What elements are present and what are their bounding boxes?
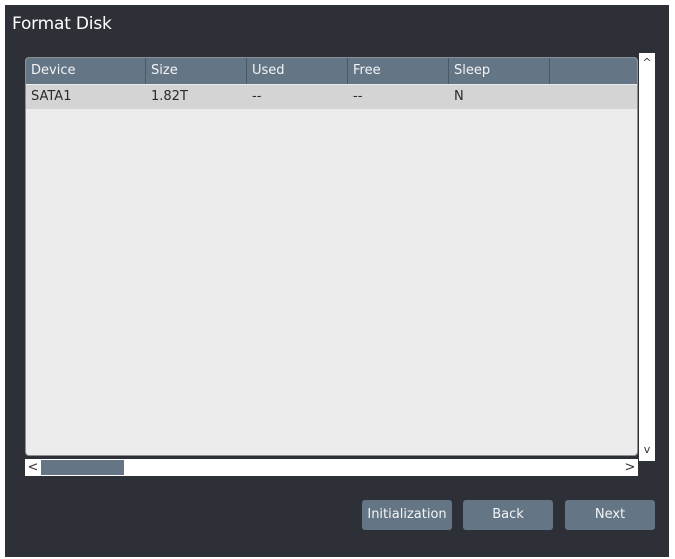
vertical-scrollbar[interactable]: ^ v xyxy=(639,53,655,461)
cell-device: SATA1 xyxy=(31,89,72,104)
column-header-used[interactable]: Used xyxy=(247,58,348,84)
disk-table: Device Size Used Free Sleep SATA1 1.82T … xyxy=(25,57,638,456)
scroll-down-icon[interactable]: v xyxy=(639,442,655,458)
cell-sleep: N xyxy=(454,89,464,104)
scroll-left-icon[interactable]: < xyxy=(26,459,40,476)
cell-used: -- xyxy=(252,89,262,104)
dialog-title: Format Disk xyxy=(12,14,112,34)
column-header-size[interactable]: Size xyxy=(146,58,247,84)
column-header-device[interactable]: Device xyxy=(26,58,146,84)
cell-size: 1.82T xyxy=(151,89,188,104)
column-header-empty xyxy=(550,58,637,84)
column-header-sleep[interactable]: Sleep xyxy=(449,58,550,84)
cell-free: -- xyxy=(353,89,363,104)
horizontal-scroll-thumb[interactable] xyxy=(41,460,124,475)
scroll-up-icon[interactable]: ^ xyxy=(639,55,655,71)
back-button[interactable]: Back xyxy=(463,500,553,530)
initialization-button[interactable]: Initialization xyxy=(362,500,452,530)
next-button[interactable]: Next xyxy=(565,500,655,530)
table-header: Device Size Used Free Sleep xyxy=(26,58,637,84)
table-row[interactable]: SATA1 1.82T -- -- N xyxy=(26,85,637,109)
column-header-free[interactable]: Free xyxy=(348,58,449,84)
scroll-right-icon[interactable]: > xyxy=(623,459,637,476)
format-disk-dialog: Format Disk Device Size Used Free Sleep … xyxy=(5,5,669,557)
horizontal-scrollbar[interactable]: < > xyxy=(25,459,638,476)
